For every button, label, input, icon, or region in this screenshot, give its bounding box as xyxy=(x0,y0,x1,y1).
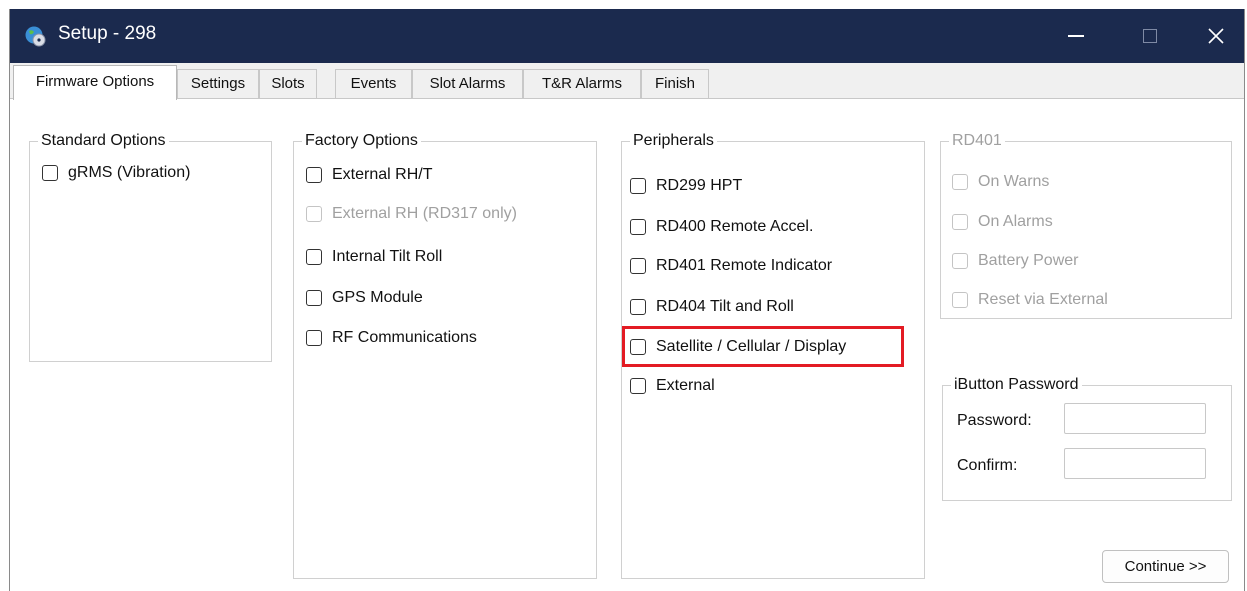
checkbox-box[interactable] xyxy=(630,299,646,315)
checkbox-label: RD404 Tilt and Roll xyxy=(656,298,794,315)
ibutton-password-group: iButton Password Password: Confirm: xyxy=(942,375,1232,501)
standard-options-group: Standard Options gRMS (Vibration) xyxy=(29,131,272,362)
battery-power-checkbox: Battery Power xyxy=(952,250,1078,272)
confirm-input[interactable] xyxy=(1064,448,1206,479)
checkbox-label: External RH/T xyxy=(332,166,433,183)
checkbox-label: Reset via External xyxy=(978,291,1108,308)
tab-events[interactable]: Events xyxy=(335,69,412,98)
checkbox-label: GPS Module xyxy=(332,289,423,306)
password-input[interactable] xyxy=(1064,403,1206,434)
checkbox-box[interactable] xyxy=(630,178,646,194)
on-alarms-checkbox: On Alarms xyxy=(952,211,1053,233)
group-title: Peripherals xyxy=(630,131,717,151)
checkbox-box xyxy=(306,206,322,222)
firmware-options-panel: Standard Options gRMS (Vibration) Factor… xyxy=(10,98,1244,591)
group-title: Standard Options xyxy=(38,131,169,151)
minimize-icon xyxy=(1068,35,1084,37)
checkbox-box[interactable] xyxy=(630,219,646,235)
rd400-remote-accel-checkbox[interactable]: RD400 Remote Accel. xyxy=(630,216,813,238)
group-title: iButton Password xyxy=(951,375,1082,395)
maximize-button[interactable] xyxy=(1120,9,1180,63)
checkbox-label: On Alarms xyxy=(978,213,1053,230)
minimize-button[interactable] xyxy=(1046,9,1106,63)
tab-firmware-options[interactable]: Firmware Options xyxy=(13,65,177,100)
highlight-box xyxy=(622,326,904,367)
checkbox-box[interactable] xyxy=(630,258,646,274)
checkbox-box xyxy=(952,253,968,269)
close-button[interactable] xyxy=(1186,9,1244,63)
reset-via-external-checkbox: Reset via External xyxy=(952,289,1108,311)
checkbox-box[interactable] xyxy=(306,249,322,265)
checkbox-box[interactable] xyxy=(306,330,322,346)
checkbox-label: RF Communications xyxy=(332,329,477,346)
rd299-hpt-checkbox[interactable]: RD299 HPT xyxy=(630,175,742,197)
checkbox-box[interactable] xyxy=(306,167,322,183)
factory-options-group: Factory Options External RH/T External R… xyxy=(293,131,597,579)
tab-finish[interactable]: Finish xyxy=(641,69,709,98)
window-title: Setup - 298 xyxy=(58,23,157,44)
password-label: Password: xyxy=(957,412,1032,429)
gps-module-checkbox[interactable]: GPS Module xyxy=(306,287,423,309)
confirm-label: Confirm: xyxy=(957,457,1018,474)
on-warns-checkbox: On Warns xyxy=(952,171,1049,193)
checkbox-label: RD401 Remote Indicator xyxy=(656,257,833,274)
checkbox-box[interactable] xyxy=(306,290,322,306)
checkbox-label: External RH (RD317 only) xyxy=(332,205,517,222)
group-title: RD401 xyxy=(949,131,1005,151)
peripherals-group: Peripherals RD299 HPT RD400 Remote Accel… xyxy=(621,131,925,579)
checkbox-label: External xyxy=(656,377,715,394)
group-title: Factory Options xyxy=(302,131,421,151)
continue-button[interactable]: Continue >> xyxy=(1102,550,1229,583)
tab-tr-alarms[interactable]: T&R Alarms xyxy=(523,69,641,98)
external-rh-rd317-checkbox: External RH (RD317 only) xyxy=(306,203,517,225)
internal-tilt-roll-checkbox[interactable]: Internal Tilt Roll xyxy=(306,246,442,268)
checkbox-label: gRMS (Vibration) xyxy=(68,164,191,181)
tab-strip: Firmware Options Settings Slots Events S… xyxy=(10,65,1244,100)
grms-vibration-checkbox[interactable]: gRMS (Vibration) xyxy=(42,162,190,184)
checkbox-box[interactable] xyxy=(630,378,646,394)
globe-cd-icon xyxy=(25,26,46,47)
tab-slots[interactable]: Slots xyxy=(259,69,317,98)
checkbox-box xyxy=(952,174,968,190)
external-rht-checkbox[interactable]: External RH/T xyxy=(306,164,432,186)
rd404-tilt-roll-checkbox[interactable]: RD404 Tilt and Roll xyxy=(630,296,794,318)
title-bar[interactable]: Setup - 298 xyxy=(10,9,1244,63)
checkbox-label: RD299 HPT xyxy=(656,177,743,194)
rf-communications-checkbox[interactable]: RF Communications xyxy=(306,327,477,349)
tab-slot-alarms[interactable]: Slot Alarms xyxy=(412,69,523,98)
tab-settings[interactable]: Settings xyxy=(177,69,259,98)
checkbox-label: Internal Tilt Roll xyxy=(332,248,443,265)
checkbox-box xyxy=(952,292,968,308)
checkbox-label: Battery Power xyxy=(978,252,1079,269)
checkbox-label: RD400 Remote Accel. xyxy=(656,218,814,235)
maximize-icon xyxy=(1143,29,1157,43)
checkbox-box xyxy=(952,214,968,230)
external-checkbox[interactable]: External xyxy=(630,375,715,397)
rd401-remote-indicator-checkbox[interactable]: RD401 Remote Indicator xyxy=(630,255,832,277)
close-icon xyxy=(1208,28,1224,44)
setup-window: Setup - 298 Firmware Options Settings Sl… xyxy=(9,9,1245,591)
rd401-group: RD401 On Warns On Alarms Battery Power R… xyxy=(940,131,1232,319)
checkbox-box[interactable] xyxy=(42,165,58,181)
checkbox-label: On Warns xyxy=(978,173,1050,190)
